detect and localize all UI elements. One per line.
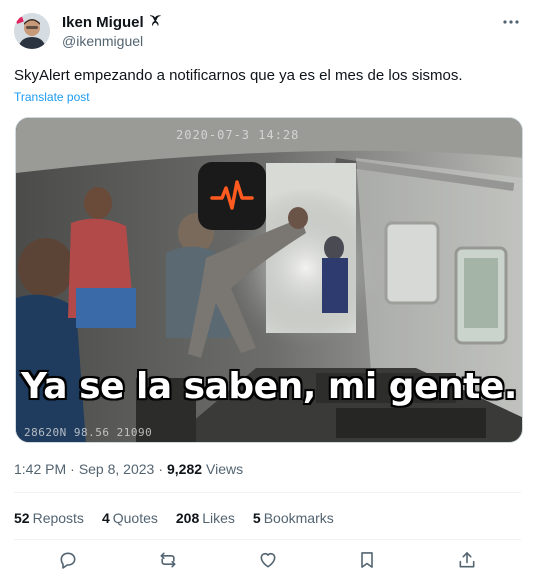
verified-icon (148, 13, 162, 32)
tweet-text: SkyAlert empezando a notificarnos que ya… (14, 67, 463, 84)
like-icon[interactable] (257, 549, 279, 571)
meta-separator: · (158, 461, 163, 477)
action-bar (14, 549, 521, 575)
author-name-row[interactable]: Iken Miguel (62, 13, 162, 32)
skyalert-logo-icon (198, 162, 266, 230)
bookmarks-label: Bookmarks (263, 510, 334, 526)
quotes-label: Quotes (112, 510, 158, 526)
views-count: 9,282 (167, 461, 203, 477)
tweet-media[interactable]: 2020-07-3 14:28 Ya se la saben, mi gente… (15, 117, 523, 443)
views-label: Views (206, 461, 244, 477)
share-icon[interactable] (456, 549, 478, 571)
bookmarks-stat[interactable]: 5 Bookmarks (253, 510, 334, 526)
bookmark-icon[interactable] (356, 549, 378, 571)
tweet-time[interactable]: 1:42 PM (14, 461, 66, 477)
author-name[interactable]: Iken Miguel (62, 14, 144, 31)
likes-label: Likes (202, 510, 235, 526)
meta-separator: · (70, 461, 75, 477)
translate-link[interactable]: Translate post (14, 90, 90, 104)
reposts-count: 52 (14, 510, 30, 526)
author-handle[interactable]: @ikenmiguel (62, 33, 143, 49)
video-caption: Ya se la saben, mi gente. (21, 366, 517, 407)
more-icon[interactable] (501, 12, 521, 32)
tweet-stats: 52 Reposts 4 Quotes 208 Likes 5 Bookmarks (14, 510, 352, 526)
reply-icon[interactable] (57, 549, 79, 571)
video-timestamp-top: 2020-07-3 14:28 (176, 128, 300, 142)
tweet-meta: 1:42 PM · Sep 8, 2023 · 9,282 Views (14, 461, 243, 477)
likes-count: 208 (175, 510, 200, 526)
divider (14, 492, 521, 493)
divider (14, 539, 521, 540)
quotes-count: 4 (101, 510, 110, 526)
quotes-stat[interactable]: 4 Quotes (102, 510, 158, 526)
reposts-stat[interactable]: 52 Reposts (14, 510, 84, 526)
tweet-date[interactable]: Sep 8, 2023 (79, 461, 155, 477)
video-timestamp-bottom: 28620N 98.56 21090 (24, 426, 153, 439)
bookmarks-count: 5 (252, 510, 261, 526)
avatar[interactable] (14, 13, 50, 49)
repost-icon[interactable] (157, 549, 179, 571)
reposts-label: Reposts (32, 510, 84, 526)
likes-stat[interactable]: 208 Likes (176, 510, 235, 526)
